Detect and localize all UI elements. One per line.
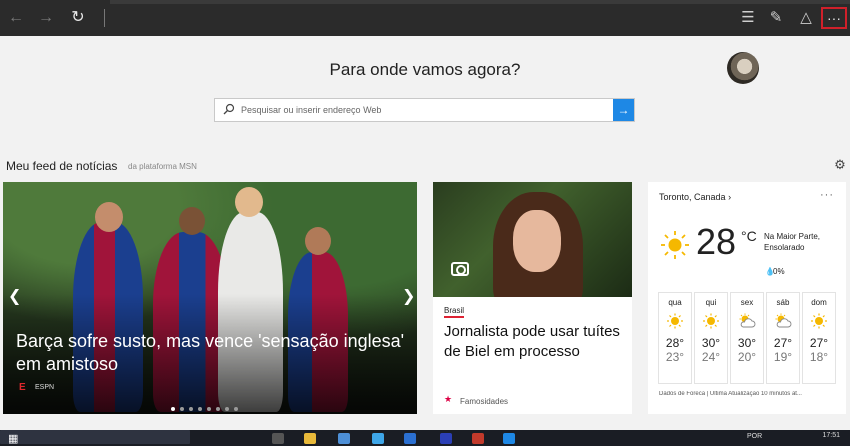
forecast-high: 27° bbox=[809, 336, 829, 350]
carousel-dot[interactable] bbox=[216, 407, 220, 411]
forecast-high: 27° bbox=[773, 336, 793, 350]
forecast-day-label: qui bbox=[705, 298, 717, 307]
partly-cloudy-icon bbox=[775, 313, 792, 328]
weather-card[interactable]: Toronto, Canada › ··· 28 °C Na Maior Par… bbox=[648, 182, 846, 414]
share-icon[interactable]: △ bbox=[795, 7, 817, 29]
news-headline[interactable]: Jornalista pode usar tuítes de Biel em p… bbox=[444, 322, 626, 362]
weather-location[interactable]: Toronto, Canada › bbox=[659, 192, 731, 202]
partly-cloudy-icon bbox=[739, 313, 756, 328]
web-note-icon[interactable]: ✎ bbox=[765, 7, 787, 29]
taskbar-language[interactable]: POR bbox=[747, 433, 762, 440]
carousel-dot[interactable] bbox=[180, 407, 184, 411]
app-icon[interactable] bbox=[338, 433, 350, 444]
gear-icon[interactable]: ⚙ bbox=[833, 158, 847, 172]
weather-condition: Na Maior Parte, Ensolarado bbox=[764, 232, 821, 252]
avatar[interactable] bbox=[727, 52, 759, 84]
weather-precip: 0% bbox=[773, 267, 785, 276]
forecast-day[interactable]: qui 30° 24° bbox=[694, 292, 728, 384]
carousel-dot[interactable] bbox=[198, 407, 202, 411]
arrow-right-icon[interactable]: → bbox=[36, 8, 56, 28]
taskbar-clock[interactable]: 17:51 bbox=[780, 432, 840, 439]
search-go-button[interactable]: → bbox=[613, 99, 634, 121]
forecast-day[interactable]: sáb 27° 19° bbox=[766, 292, 800, 384]
hero-carousel[interactable]: ❮ ❯ Barça sofre susto, mas vence 'sensaç… bbox=[3, 182, 417, 414]
sun-icon bbox=[661, 231, 689, 259]
forecast-low: 18° bbox=[809, 350, 829, 364]
news-card[interactable]: Brasil Jornalista pode usar tuítes de Bi… bbox=[433, 182, 632, 414]
forecast-high: 28° bbox=[665, 336, 685, 350]
app-icon[interactable] bbox=[404, 433, 416, 444]
forecast-day-label: dom bbox=[811, 298, 827, 307]
forecast-high: 30° bbox=[701, 336, 721, 350]
search-box: → bbox=[214, 98, 635, 122]
forecast-day-label: sex bbox=[740, 298, 754, 307]
more-icon[interactable]: ··· bbox=[821, 7, 847, 29]
chevron-right-icon: › bbox=[728, 192, 732, 202]
taskbar: ▦ POR 17:51 bbox=[0, 430, 850, 446]
forecast-high: 30° bbox=[737, 336, 757, 350]
news-category: Brasil bbox=[444, 306, 465, 318]
hub-icon[interactable]: ☰ bbox=[737, 7, 759, 29]
weather-footer: Dados de Foreca | Última Atualização 10 … bbox=[659, 391, 802, 397]
carousel-dot[interactable] bbox=[171, 407, 175, 411]
sun-icon bbox=[667, 313, 683, 329]
weather-temp: 28 bbox=[696, 221, 737, 262]
photoshop-icon[interactable] bbox=[440, 433, 452, 444]
page-title: Para onde vamos agora? bbox=[329, 60, 521, 79]
arrow-left-icon[interactable]: ← bbox=[6, 8, 26, 28]
task-view-icon[interactable] bbox=[272, 433, 284, 444]
browser-toolbar: ← → ↻ ☰ ✎ △ ··· bbox=[0, 0, 850, 36]
sun-icon bbox=[703, 313, 719, 329]
taskbar-search[interactable] bbox=[0, 430, 190, 444]
feed-subtitle: da plataforma MSN bbox=[128, 162, 197, 171]
sun-icon bbox=[811, 313, 827, 329]
more-icon[interactable]: ··· bbox=[820, 189, 834, 201]
forecast-day[interactable]: dom 27° 18° bbox=[802, 292, 836, 384]
carousel-dot[interactable] bbox=[207, 407, 211, 411]
carousel-dot[interactable] bbox=[234, 407, 238, 411]
forecast-low: 23° bbox=[665, 350, 685, 364]
espn-logo-icon: E bbox=[19, 382, 26, 393]
refresh-icon[interactable]: ↻ bbox=[68, 8, 88, 28]
carousel-dots[interactable] bbox=[171, 398, 243, 411]
forecast-low: 20° bbox=[737, 350, 757, 364]
carousel-dot[interactable] bbox=[189, 407, 193, 411]
chevron-left-icon[interactable]: ❮ bbox=[8, 286, 21, 306]
camera-icon bbox=[451, 262, 469, 276]
file-explorer-icon[interactable] bbox=[304, 433, 316, 444]
app-icon[interactable] bbox=[372, 433, 384, 444]
windows-start-icon[interactable]: ▦ bbox=[8, 433, 21, 445]
search-input[interactable] bbox=[241, 101, 601, 119]
tab-strip bbox=[110, 0, 850, 4]
chevron-right-icon[interactable]: ❯ bbox=[402, 286, 415, 306]
search-icon bbox=[223, 103, 235, 115]
news-image bbox=[433, 182, 632, 297]
hero-source: ESPN bbox=[35, 384, 55, 391]
edge-icon[interactable] bbox=[503, 433, 515, 444]
forecast-day[interactable]: sex 30° 20° bbox=[730, 292, 764, 384]
forecast-low: 24° bbox=[701, 350, 721, 364]
forecast-day-label: sáb bbox=[776, 298, 790, 307]
feed-title: Meu feed de notícias bbox=[6, 159, 118, 173]
hero-headline[interactable]: Barça sofre susto, mas vence 'sensação i… bbox=[16, 330, 411, 376]
forecast-day-label: qua bbox=[668, 298, 682, 307]
carousel-dot[interactable] bbox=[225, 407, 229, 411]
forecast-day[interactable]: qua 28° 23° bbox=[658, 292, 692, 384]
toolbar-separator bbox=[104, 9, 105, 27]
app-icon[interactable] bbox=[472, 433, 484, 444]
weather-unit[interactable]: °C bbox=[741, 228, 757, 244]
news-source: Famosidades bbox=[460, 397, 509, 406]
forecast-low: 19° bbox=[773, 350, 793, 364]
famosidades-logo-icon: ★ bbox=[444, 394, 453, 404]
